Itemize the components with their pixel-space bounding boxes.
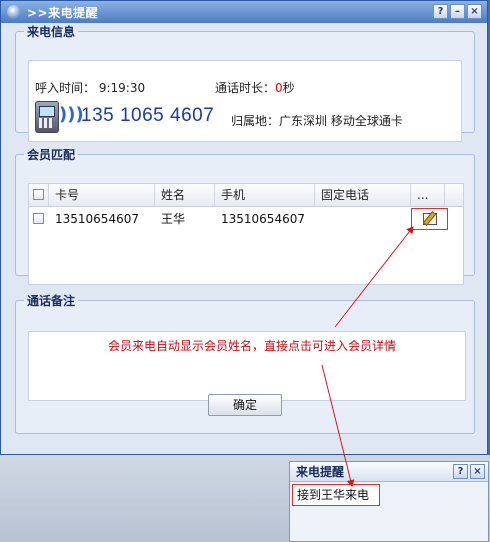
call-info-legend: 来电信息 — [27, 25, 76, 39]
incoming-time: 呼入时间： 9:19:30 — [35, 81, 146, 95]
member-grid: 卡号 姓名 手机 固定电话 ... 13510654607 王华 1351065… — [28, 183, 464, 285]
close-button[interactable]: × — [467, 4, 482, 19]
column-header-name[interactable]: 姓名 — [155, 184, 215, 206]
cell-card-no: 13510654607 — [55, 212, 139, 226]
column-header-card-no[interactable]: 卡号 — [49, 184, 155, 206]
caller-region: 归属地：广东深圳 移动全球通卡 — [231, 114, 403, 128]
popup-title: 来电提醒 — [296, 465, 345, 479]
popup-message[interactable]: 接到王华来电 — [292, 484, 380, 506]
window-titlebar[interactable]: >>来电提醒 ? – × — [1, 1, 487, 23]
edit-pencil-icon — [423, 213, 437, 225]
cell-landline — [315, 207, 411, 231]
cell-name: 王华 — [161, 212, 186, 226]
call-popup-notification: 来电提醒 ? × 接到王华来电 — [289, 461, 489, 542]
column-header-mobile[interactable]: 手机 — [215, 184, 315, 206]
column-header-landline[interactable]: 固定电话 — [315, 184, 411, 206]
popup-close-button[interactable]: × — [470, 464, 485, 479]
help-button[interactable]: ? — [433, 4, 448, 19]
window-title: >>来电提醒 — [27, 5, 99, 20]
popup-titlebar[interactable]: 来电提醒 ? × — [290, 462, 488, 482]
view-member-detail-button[interactable] — [411, 208, 448, 230]
call-reminder-window: >>来电提醒 ? – × 来电信息 呼入时间： 9:19:30 通话时长：0秒 … — [0, 0, 488, 455]
header-select-all[interactable] — [29, 184, 49, 206]
call-notes-legend: 通话备注 — [27, 294, 76, 308]
app-logo-icon — [7, 5, 21, 19]
row-checkbox[interactable] — [33, 213, 44, 224]
caller-phone-number: 135 1065 4607 — [81, 105, 215, 126]
column-header-actions[interactable]: ... — [411, 184, 445, 206]
confirm-button[interactable]: 确定 — [208, 394, 282, 416]
member-match-group: 会员匹配 卡号 姓名 手机 固定电话 ... 13510654607 王华 13… — [15, 146, 475, 285]
call-duration: 通话时长：0秒 — [215, 81, 295, 95]
annotation-text: 会员来电自动显示会员姓名，直接点击可进入会员详情 — [108, 339, 397, 353]
call-info-group: 来电信息 呼入时间： 9:19:30 通话时长：0秒 ))) 135 1065 … — [15, 23, 475, 142]
grid-header: 卡号 姓名 手机 固定电话 ... — [29, 184, 463, 207]
signal-waves-icon: ))) — [59, 104, 84, 125]
member-match-legend: 会员匹配 — [27, 148, 76, 162]
select-all-checkbox[interactable] — [33, 189, 44, 200]
popup-help-button[interactable]: ? — [453, 464, 468, 479]
mobile-phone-icon — [35, 101, 59, 133]
minimize-button[interactable]: – — [450, 4, 465, 19]
call-info-panel: 呼入时间： 9:19:30 通话时长：0秒 ))) 135 1065 4607 … — [28, 60, 462, 142]
table-row[interactable]: 13510654607 王华 13510654607 — [29, 207, 463, 231]
cell-mobile: 13510654607 — [221, 212, 305, 226]
